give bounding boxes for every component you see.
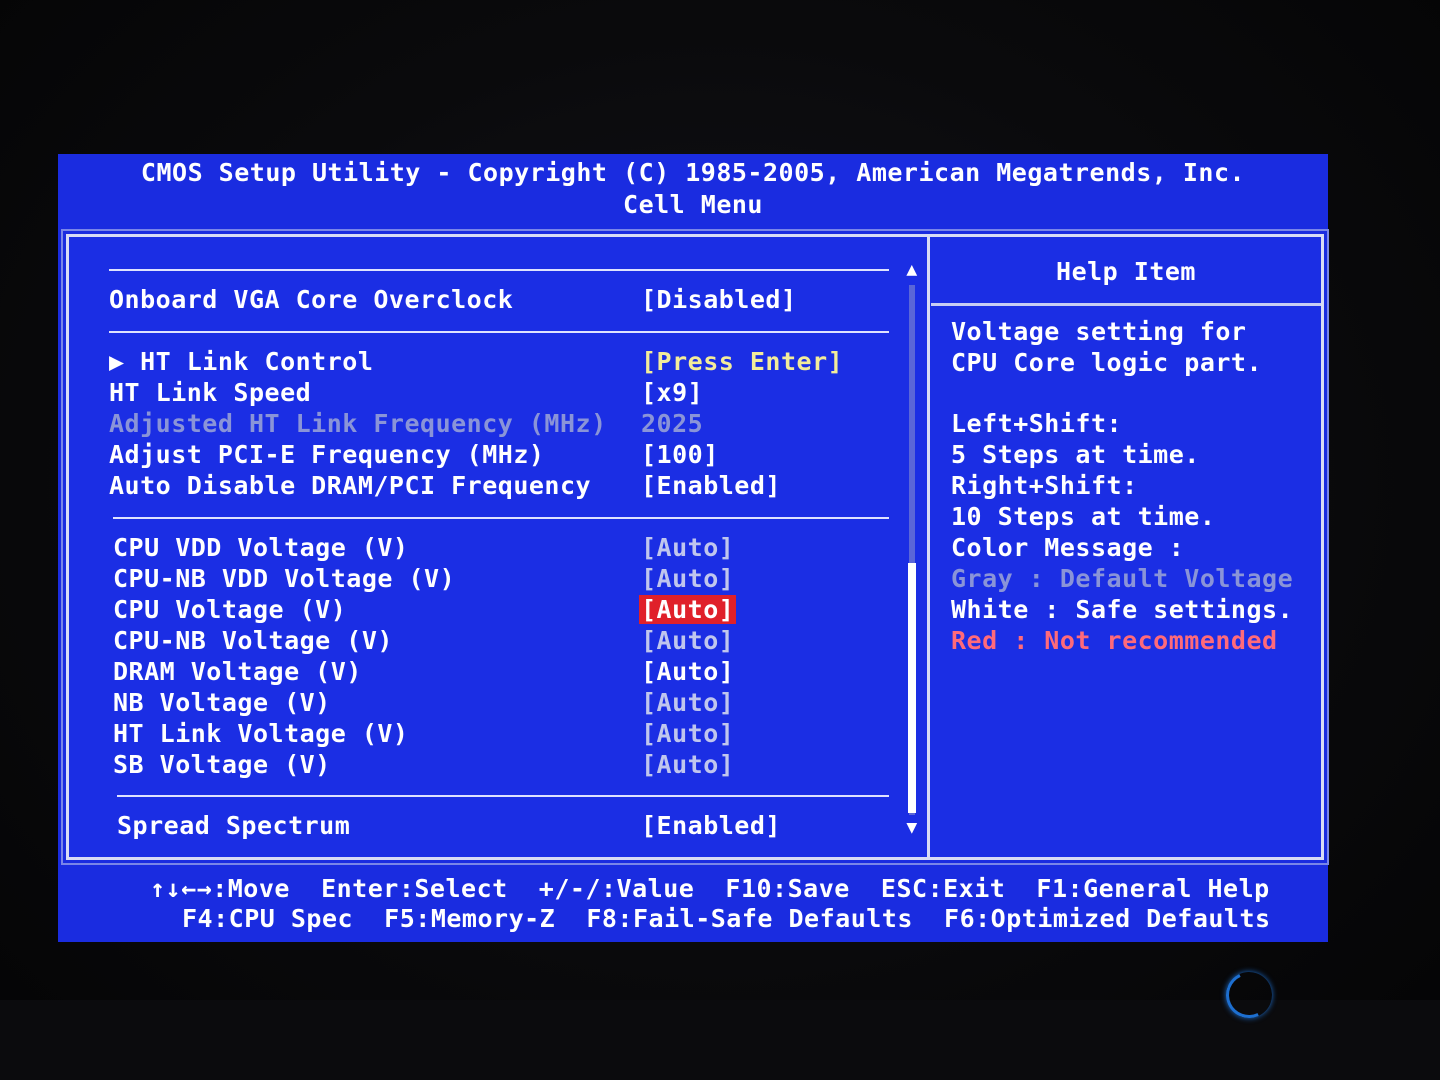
help-text: 5 Steps at time. [951, 440, 1200, 469]
setting-value[interactable]: [Auto] [641, 626, 734, 655]
setting-value[interactable]: [Auto] [641, 657, 734, 686]
setting-label: CPU VDD Voltage (V) [113, 533, 409, 562]
setting-label: Onboard VGA Core Overclock [109, 285, 514, 314]
help-text: Voltage setting for [951, 317, 1247, 346]
setting-value[interactable]: [100] [641, 440, 719, 469]
setting-adjusted-ht-frequency: Adjusted HT Link Frequency (MHz) 2025 [109, 409, 703, 439]
bios-screen: CMOS Setup Utility - Copyright (C) 1985-… [58, 154, 1329, 942]
setting-label: HT Link Voltage (V) [113, 719, 409, 748]
setting-label: CPU-NB VDD Voltage (V) [113, 564, 456, 593]
arrow-up-icon[interactable]: ▲ [903, 259, 921, 280]
help-divider-line [931, 303, 1321, 306]
setting-value[interactable]: [Disabled] [641, 285, 797, 314]
help-divider [927, 237, 930, 857]
help-text: CPU Core logic part. [951, 348, 1263, 377]
help-text-gray: Gray : Default Voltage [951, 564, 1294, 593]
setting-value[interactable]: [x9] [641, 378, 703, 407]
setting-label: NB Voltage (V) [113, 688, 331, 717]
setting-label: Auto Disable DRAM/PCI Frequency [109, 471, 592, 500]
setting-cpu-vdd-voltage[interactable]: CPU VDD Voltage (V) [Auto] [113, 533, 734, 563]
setting-value: 2025 [641, 409, 704, 438]
setting-spread-spectrum[interactable]: Spread Spectrum [Enabled] [117, 811, 780, 841]
setting-cpu-nb-vdd-voltage[interactable]: CPU-NB VDD Voltage (V) [Auto] [113, 564, 734, 594]
help-text: Left+Shift: [951, 409, 1123, 438]
section-divider [117, 795, 889, 797]
setting-label: Spread Spectrum [117, 811, 351, 840]
monitor-bezel [0, 1000, 1440, 1080]
settings-frame: Onboard VGA Core Overclock [Disabled] ▶ … [61, 229, 1329, 865]
section-divider [109, 331, 889, 333]
setting-cpu-voltage[interactable]: CPU Voltage (V) [Auto] [113, 595, 737, 625]
help-text: Color Message : [951, 533, 1185, 562]
submenu-value[interactable]: [Press Enter] [641, 347, 843, 376]
setting-sb-voltage[interactable]: SB Voltage (V) [Auto] [113, 750, 734, 780]
scroll-thumb[interactable] [908, 563, 916, 813]
setting-onboard-vga-overclock[interactable]: Onboard VGA Core Overclock [Disabled] [109, 285, 796, 315]
selected-setting-value[interactable]: [Auto] [639, 595, 737, 624]
footer-keys-line2: F4:CPU Spec F5:Memory-Z F8:Fail-Safe Def… [182, 904, 1271, 933]
setting-cpu-nb-voltage[interactable]: CPU-NB Voltage (V) [Auto] [113, 626, 734, 656]
help-text-red: Red : Not recommended [951, 626, 1278, 655]
setting-dram-voltage[interactable]: DRAM Voltage (V) [Auto] [113, 657, 734, 687]
help-text-white: White : Safe settings. [951, 595, 1294, 624]
setting-ht-link-control[interactable]: ▶ HT Link Control [Press Enter] [109, 347, 843, 377]
bios-title: CMOS Setup Utility - Copyright (C) 1985-… [140, 158, 1246, 187]
scrollbar[interactable]: ▲ ▼ [903, 259, 921, 838]
help-title: Help Item [1056, 257, 1196, 286]
section-divider [113, 517, 889, 519]
monitor: CMOS Setup Utility - Copyright (C) 1985-… [0, 0, 1440, 1080]
setting-label: Adjusted HT Link Frequency (MHz) [109, 409, 607, 438]
submenu-label: ▶ HT Link Control [109, 347, 374, 376]
setting-value[interactable]: [Enabled] [641, 811, 781, 840]
setting-value[interactable]: [Auto] [641, 688, 734, 717]
help-text: Right+Shift: [951, 471, 1138, 500]
setting-value[interactable]: [Auto] [641, 750, 734, 779]
setting-value[interactable]: [Auto] [641, 533, 734, 562]
setting-label: HT Link Speed [109, 378, 312, 407]
setting-auto-disable-dram-pci[interactable]: Auto Disable DRAM/PCI Frequency [Enabled… [109, 471, 780, 501]
footer-keys-line1: ↑↓←→:Move Enter:Select +/-/:Value F10:Sa… [150, 874, 1270, 903]
setting-nb-voltage[interactable]: NB Voltage (V) [Auto] [113, 688, 734, 718]
setting-ht-link-voltage[interactable]: HT Link Voltage (V) [Auto] [113, 719, 734, 749]
setting-value[interactable]: [Auto] [641, 719, 734, 748]
section-divider [109, 269, 889, 271]
setting-value[interactable]: [Auto] [641, 564, 734, 593]
setting-ht-link-speed[interactable]: HT Link Speed [x9] [109, 378, 703, 408]
help-text: 10 Steps at time. [951, 502, 1216, 531]
setting-value[interactable]: [Enabled] [641, 471, 781, 500]
arrow-down-icon[interactable]: ▼ [903, 817, 921, 838]
setting-label: CPU-NB Voltage (V) [113, 626, 393, 655]
menu-title: Cell Menu [623, 190, 763, 219]
setting-pcie-frequency[interactable]: Adjust PCI-E Frequency (MHz) [100] [109, 440, 718, 470]
setting-label: DRAM Voltage (V) [113, 657, 362, 686]
setting-label: CPU Voltage (V) [113, 595, 347, 624]
setting-label: Adjust PCI-E Frequency (MHz) [109, 440, 545, 469]
setting-label: SB Voltage (V) [113, 750, 331, 779]
